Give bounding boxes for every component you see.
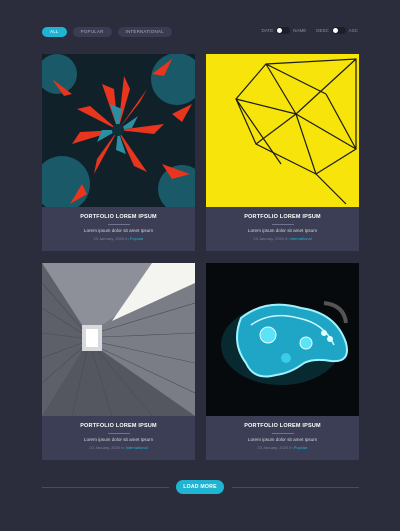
divider-line [232,487,359,488]
divider-line [42,487,169,488]
portfolio-card[interactable]: Portfolio Lorem Ipsum Lorem ipsum dolor … [42,263,195,460]
card-body: Portfolio Lorem Ipsum Lorem ipsum dolor … [206,207,359,241]
card-meta: 23 January, 2020 In International [42,445,195,450]
card-title[interactable]: Portfolio Lorem Ipsum [42,214,195,220]
card-meta: 23 January, 2020 In International [206,236,359,241]
geometric-wire-photo [206,54,359,207]
card-category-link[interactable]: Popular [294,445,308,450]
card-description: Lorem ipsum dolor sit amet Ipsum [83,228,154,233]
card-body: Portfolio Lorem Ipsum Lorem ipsum dolor … [206,416,359,450]
title-divider [107,224,130,225]
portfolio-card[interactable]: Portfolio Lorem Ipsum Lorem ipsum dolor … [42,54,195,251]
card-meta: 23 January, 2020 In Popular [206,445,359,450]
card-meta: 23 January, 2020 In Popular [42,236,195,241]
card-title[interactable]: Portfolio Lorem Ipsum [206,214,359,220]
card-date: 23 January, 2020 In [257,445,293,450]
filter-international[interactable]: International [117,27,172,37]
desc-asc-toggle[interactable] [331,27,346,34]
card-category-link[interactable]: International [290,236,312,241]
card-body: Portfolio Lorem Ipsum Lorem ipsum dolor … [42,416,195,450]
card-body: Portfolio Lorem Ipsum Lorem ipsum dolor … [42,207,195,241]
toggle-knob [332,28,338,33]
filter-all[interactable]: All [42,27,67,37]
title-divider [107,433,130,434]
load-more-button[interactable]: Load More [176,480,224,494]
card-category-link[interactable]: International [126,445,148,450]
date-name-toggle[interactable] [276,27,291,34]
load-more-row: Load More [42,480,359,494]
portfolio-card[interactable]: Portfolio Lorem Ipsum Lorem ipsum dolor … [206,54,359,251]
sort-desc-asc: Desc Asc [316,27,358,34]
sort-controls: Date Name Desc Asc [262,27,358,34]
portfolio-card[interactable]: Portfolio Lorem Ipsum Lorem ipsum dolor … [206,263,359,460]
filter-popular[interactable]: Popular [72,27,112,37]
sort-name-label: Name [293,28,307,33]
card-description: Lorem ipsum dolor sit amet Ipsum [247,228,318,233]
card-title[interactable]: Portfolio Lorem Ipsum [206,423,359,429]
card-description: Lorem ipsum dolor sit amet Ipsum [83,437,154,442]
card-date: 23 January, 2020 In [89,445,125,450]
card-date: 23 January, 2020 In [253,236,289,241]
title-divider [271,433,294,434]
card-date: 23 January, 2020 In [93,236,129,241]
card-title[interactable]: Portfolio Lorem Ipsum [42,423,195,429]
neon-gamepad-photo [206,263,359,416]
sort-asc-label: Asc [348,28,358,33]
portfolio-toolbar: All Popular International Date Name Desc… [42,27,358,39]
card-description: Lorem ipsum dolor sit amet Ipsum [247,437,318,442]
succulent-photo [42,54,195,207]
card-category-link[interactable]: Popular [130,236,144,241]
sort-date-label: Date [261,28,274,33]
wooden-corridor-photo [42,263,195,416]
sort-date-name: Date Name [261,27,307,34]
filter-tabs: All Popular International [42,27,172,37]
sort-desc-label: Desc [316,28,329,33]
title-divider [271,224,294,225]
toggle-knob [277,28,283,33]
